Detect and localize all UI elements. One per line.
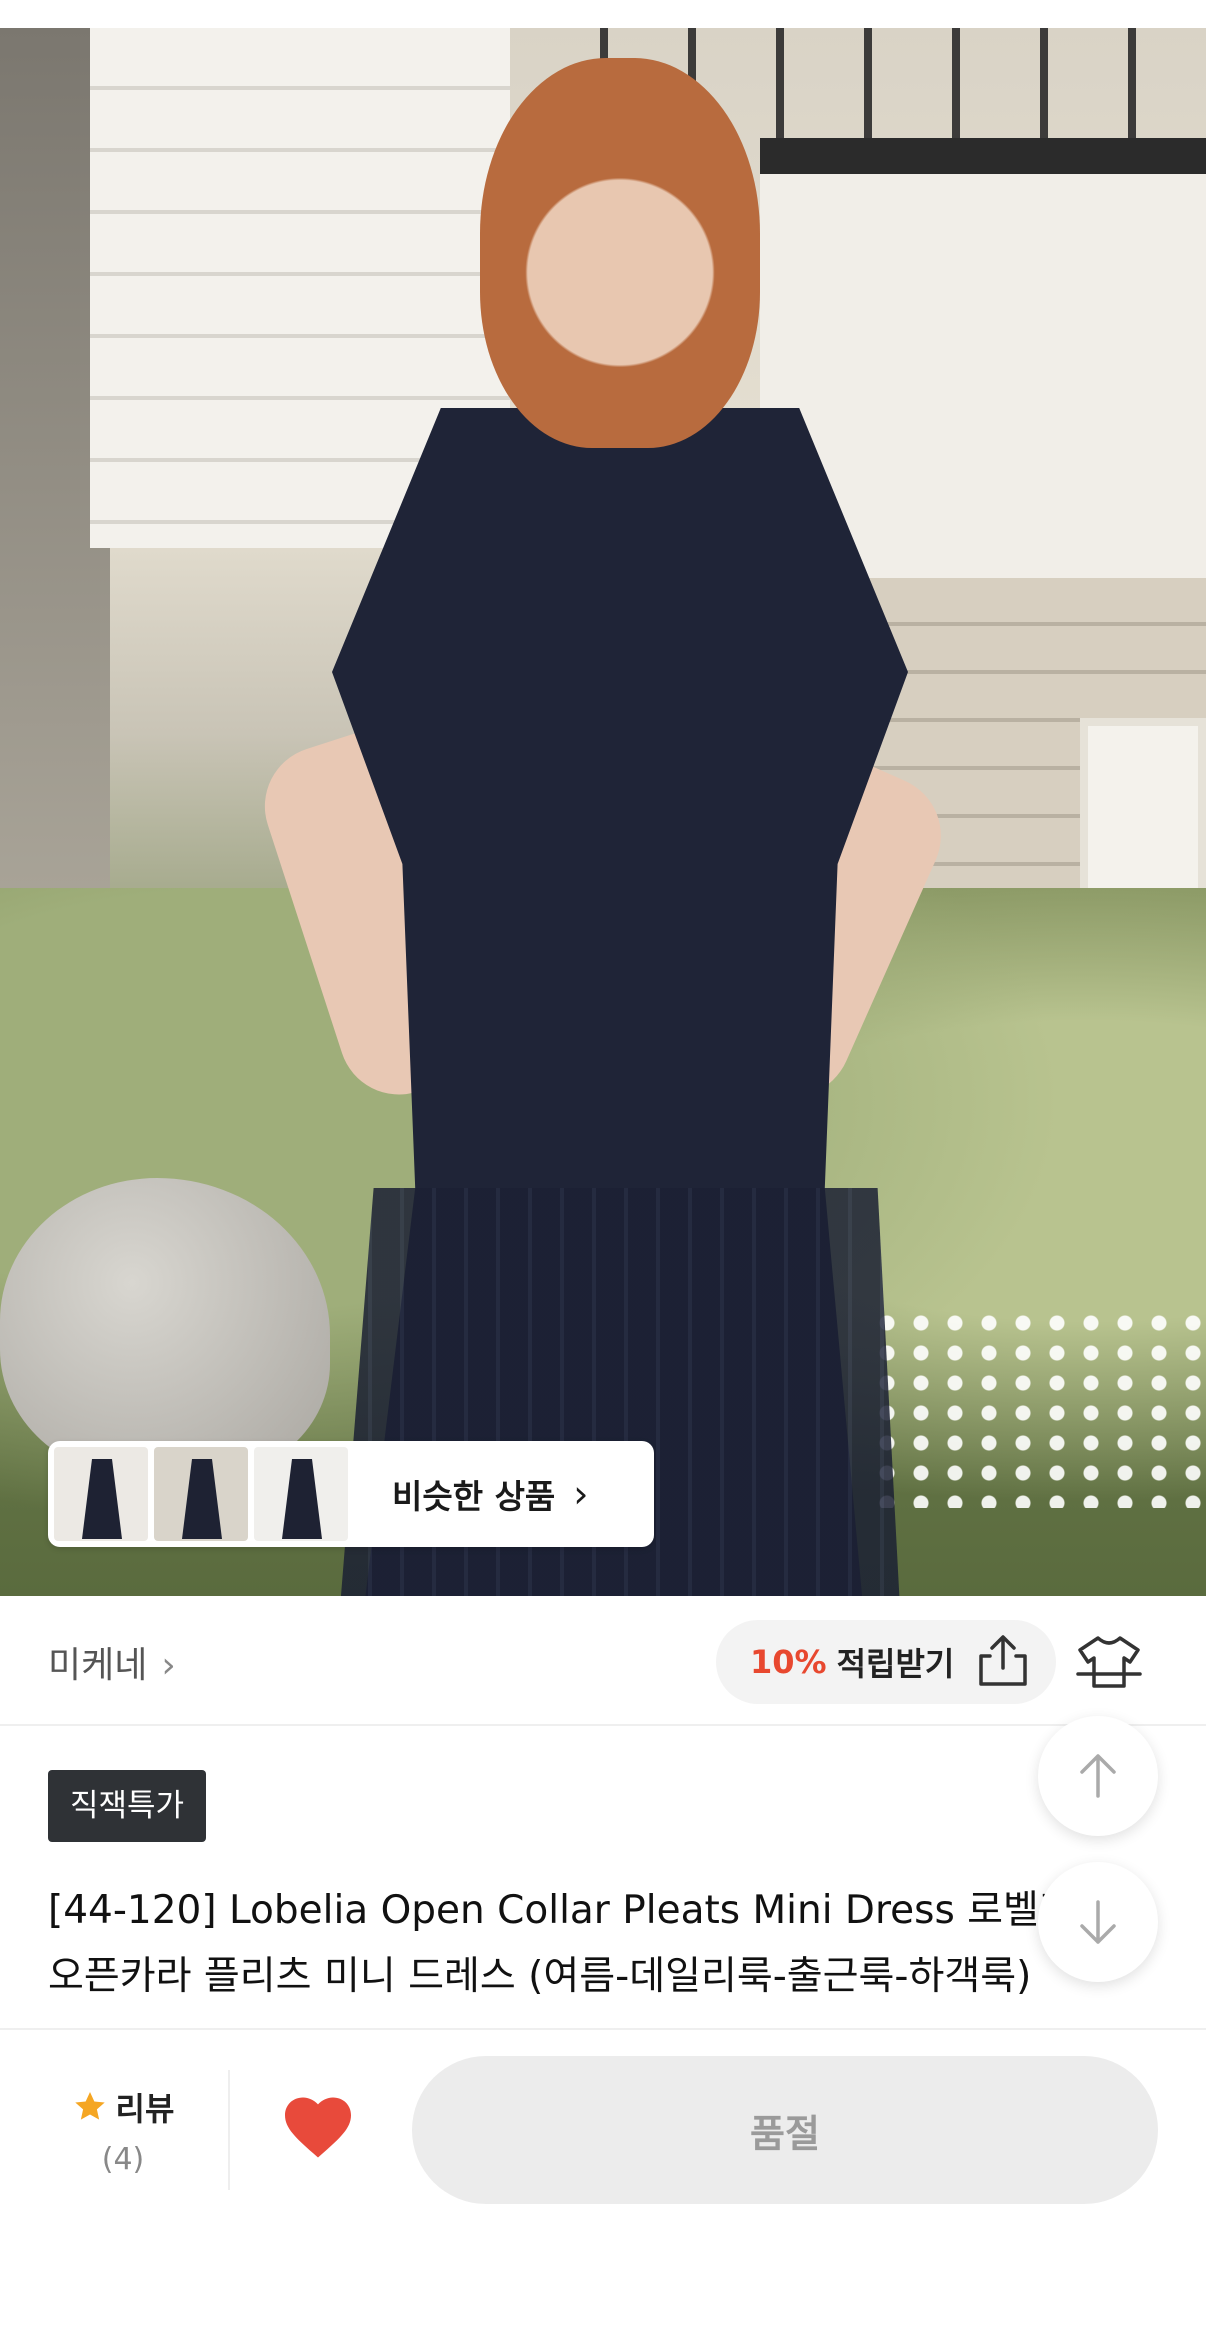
background-flowers [870,1308,1206,1508]
review-count: (4) [101,2142,145,2177]
review-button[interactable]: 리뷰 (4) [48,2084,198,2177]
background-eave [760,138,1206,174]
similar-product-thumbnail [54,1447,148,1541]
special-deal-badge: 직잭특가 [48,1770,207,1842]
scroll-up-button[interactable] [1038,1716,1158,1836]
chevron-right-icon: › [573,1472,589,1516]
brand-link[interactable]: 미케네 › [48,1636,176,1688]
share-icon[interactable] [976,1632,1030,1688]
model-head [480,58,760,448]
reward-label: 적립받기 [836,1645,955,1683]
soldout-button[interactable]: 품절 [412,2056,1158,2204]
fit-guide-icon[interactable] [1076,1634,1142,1690]
divider [0,2028,1206,2030]
arrow-up-icon [1080,1754,1116,1798]
heart-icon[interactable] [282,2094,354,2158]
arrow-down-icon [1080,1900,1116,1944]
similar-product-thumbnail [254,1447,348,1541]
star-icon [74,2092,105,2120]
similar-products-button[interactable]: 비슷한 상품 › [48,1441,654,1547]
product-main-image[interactable] [0,28,1206,1596]
brand-name: 미케네 [48,1645,148,1686]
reward-percent: 10% [750,1643,827,1681]
product-title: [44-120] Lobelia Open Collar Pleats Mini… [48,1888,1111,1999]
vertical-divider [228,2070,230,2190]
chevron-right-icon: › [161,1645,176,1686]
review-label: 리뷰 [115,2090,175,2128]
similar-product-thumbnail [154,1447,248,1541]
scroll-down-button[interactable] [1038,1862,1158,1982]
similar-products-label: 비슷한 상품 [392,1477,556,1516]
